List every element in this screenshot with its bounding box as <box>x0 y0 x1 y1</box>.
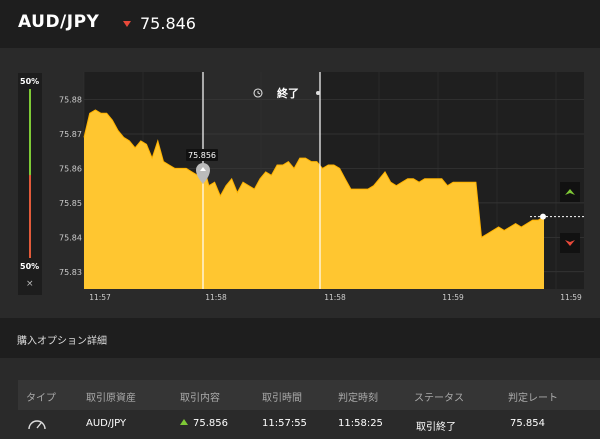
option-details-header: 購入オプション詳細 <box>0 318 600 358</box>
y-tick-label: 75.88 <box>59 96 82 105</box>
price-down-icon <box>123 21 131 27</box>
col-judgment-rate: 判定レート <box>508 393 558 404</box>
currency-pair: AUD/JPY <box>18 12 100 32</box>
y-tick-label: 75.87 <box>59 130 82 139</box>
col-time: 取引時間 <box>262 393 302 404</box>
col-type: タイプ <box>26 393 56 404</box>
row-judgment-rate: 75.854 <box>510 418 545 429</box>
row-judgment-time: 11:58:25 <box>338 418 383 429</box>
table-row[interactable]: AUD/JPY 75.856 11:57:55 11:58:25 取引終了 75… <box>18 410 600 439</box>
current-price: 75.846 <box>140 14 196 33</box>
col-content: 取引内容 <box>180 393 220 404</box>
row-rate: 75.856 <box>193 418 228 429</box>
col-judgment-time: 判定時刻 <box>338 393 378 404</box>
x-tick-label: 11:58 <box>205 293 227 302</box>
y-tick-label: 75.86 <box>59 164 82 173</box>
up-arrow-icon <box>180 419 188 425</box>
row-status: 取引終了 <box>416 422 456 433</box>
x-tick-label: 11:59 <box>560 293 582 302</box>
row-time: 11:57:55 <box>262 418 307 429</box>
x-tick-label: 11:58 <box>324 293 346 302</box>
header-bar: AUD/JPY 75.846 <box>0 0 600 48</box>
row-asset: AUD/JPY <box>86 418 127 429</box>
y-tick-label: 75.83 <box>59 268 82 277</box>
row-content: 75.856 <box>180 418 228 429</box>
x-tick-label: 11:57 <box>89 293 111 302</box>
table-header: タイプ 取引原資産 取引内容 取引時間 判定時刻 ステータス 判定レート <box>18 380 600 410</box>
y-tick-label: 75.84 <box>59 233 82 242</box>
y-tick-label: 75.85 <box>59 199 82 208</box>
x-tick-label: 11:59 <box>442 293 464 302</box>
option-table: タイプ 取引原資産 取引内容 取引時間 判定時刻 ステータス 判定レート AUD… <box>18 380 600 439</box>
price-chart: 75.8875.8775.8675.8575.8475.83 11:57 11:5… <box>59 72 584 302</box>
current-price-dot <box>540 213 546 220</box>
entry-price-label: 75.856 <box>188 151 216 160</box>
expiry-label: 終了 <box>277 86 299 100</box>
y-axis: 75.88 75.87 75.86 75.85 75.84 75.83 <box>59 96 82 277</box>
gauge-type-icon <box>26 415 48 434</box>
col-status: ステータス <box>414 393 464 404</box>
x-axis: 11:57 11:58 11:58 11:59 11:59 <box>89 293 582 302</box>
section-title: 購入オプション詳細 <box>17 336 107 347</box>
col-asset: 取引原資産 <box>86 393 136 404</box>
